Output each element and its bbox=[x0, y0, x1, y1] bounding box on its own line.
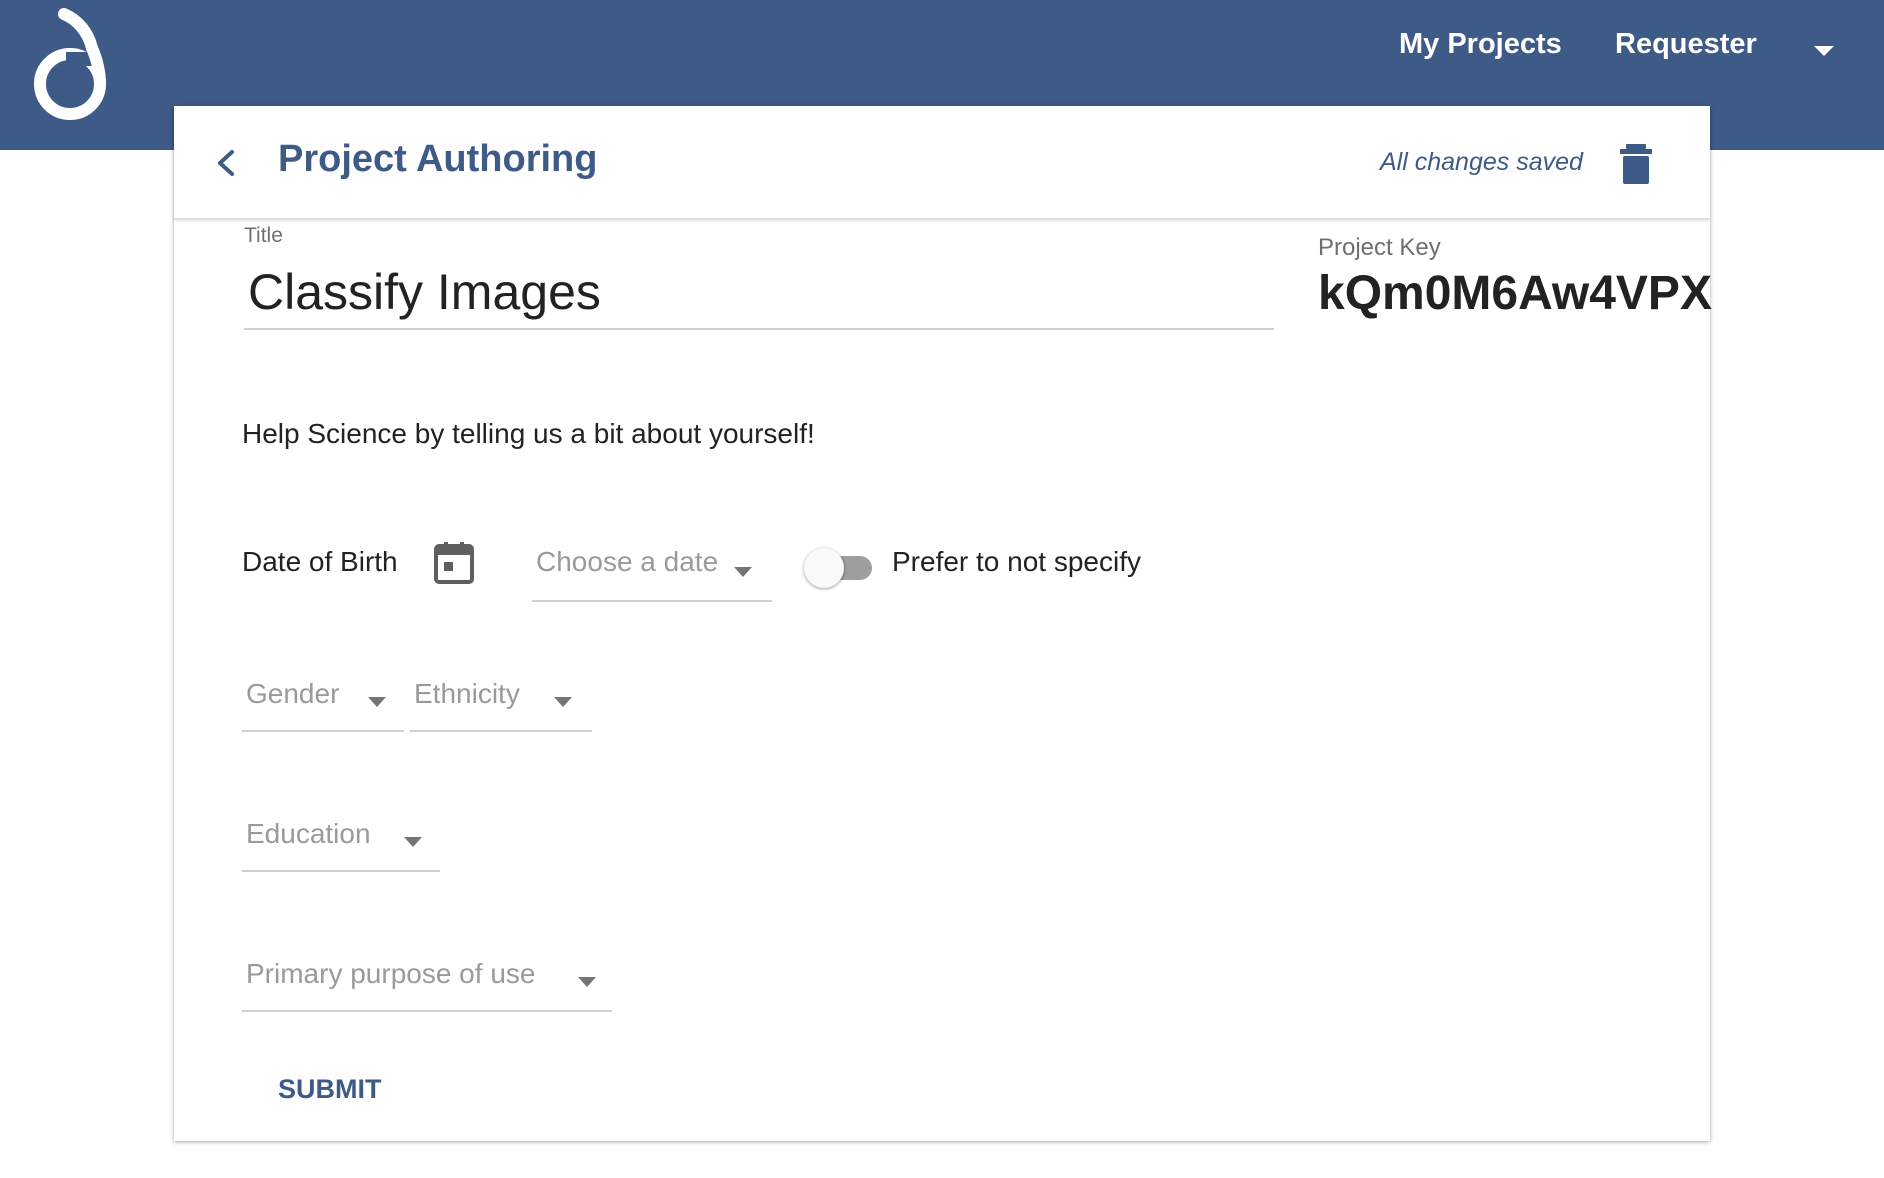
title-input[interactable] bbox=[244, 256, 1274, 330]
trash-icon[interactable] bbox=[1616, 142, 1656, 186]
gender-select[interactable]: Gender bbox=[242, 674, 404, 732]
back-arrow-icon[interactable] bbox=[210, 144, 240, 182]
project-key-value: kQm0M6Aw4VPX bbox=[1318, 267, 1712, 320]
project-key-label: Project Key bbox=[1318, 234, 1441, 261]
chevron-down-icon bbox=[554, 697, 572, 707]
page-title: Project Authoring bbox=[278, 138, 598, 180]
prefer-not-specify-label: Prefer to not specify bbox=[892, 546, 1142, 577]
toggle-thumb bbox=[804, 548, 844, 588]
education-placeholder: Education bbox=[246, 818, 371, 849]
education-select[interactable]: Education bbox=[242, 814, 440, 872]
chevron-down-icon bbox=[404, 837, 422, 847]
prefer-not-specify-toggle[interactable] bbox=[804, 546, 876, 590]
nav-my-projects[interactable]: My Projects bbox=[1399, 28, 1562, 61]
app-logo-icon[interactable] bbox=[26, 8, 118, 122]
date-picker-field[interactable]: Choose a date bbox=[532, 542, 772, 602]
project-authoring-card: Project Authoring All changes saved Titl… bbox=[174, 106, 1712, 1141]
date-picker-placeholder: Choose a date bbox=[536, 546, 719, 577]
submit-button[interactable]: SUBMIT bbox=[278, 1074, 382, 1105]
ethnicity-placeholder: Ethnicity bbox=[414, 678, 520, 709]
chevron-down-icon[interactable] bbox=[1804, 38, 1844, 62]
calendar-icon[interactable] bbox=[434, 540, 474, 584]
card-header: Project Authoring All changes saved bbox=[174, 106, 1710, 220]
save-status-text: All changes saved bbox=[1380, 148, 1583, 176]
form-intro-text: Help Science by telling us a bit about y… bbox=[242, 418, 815, 449]
nav-requester-menu[interactable]: Requester bbox=[1615, 28, 1757, 61]
chevron-down-icon bbox=[734, 567, 752, 577]
chevron-down-icon bbox=[578, 977, 596, 987]
chevron-down-icon bbox=[368, 697, 386, 707]
date-of-birth-label: Date of Birth bbox=[242, 546, 398, 577]
purpose-placeholder: Primary purpose of use bbox=[246, 958, 536, 989]
gender-placeholder: Gender bbox=[246, 678, 340, 709]
title-label: Title bbox=[244, 224, 283, 247]
ethnicity-select[interactable]: Ethnicity bbox=[410, 674, 592, 732]
purpose-select[interactable]: Primary purpose of use bbox=[242, 954, 612, 1012]
